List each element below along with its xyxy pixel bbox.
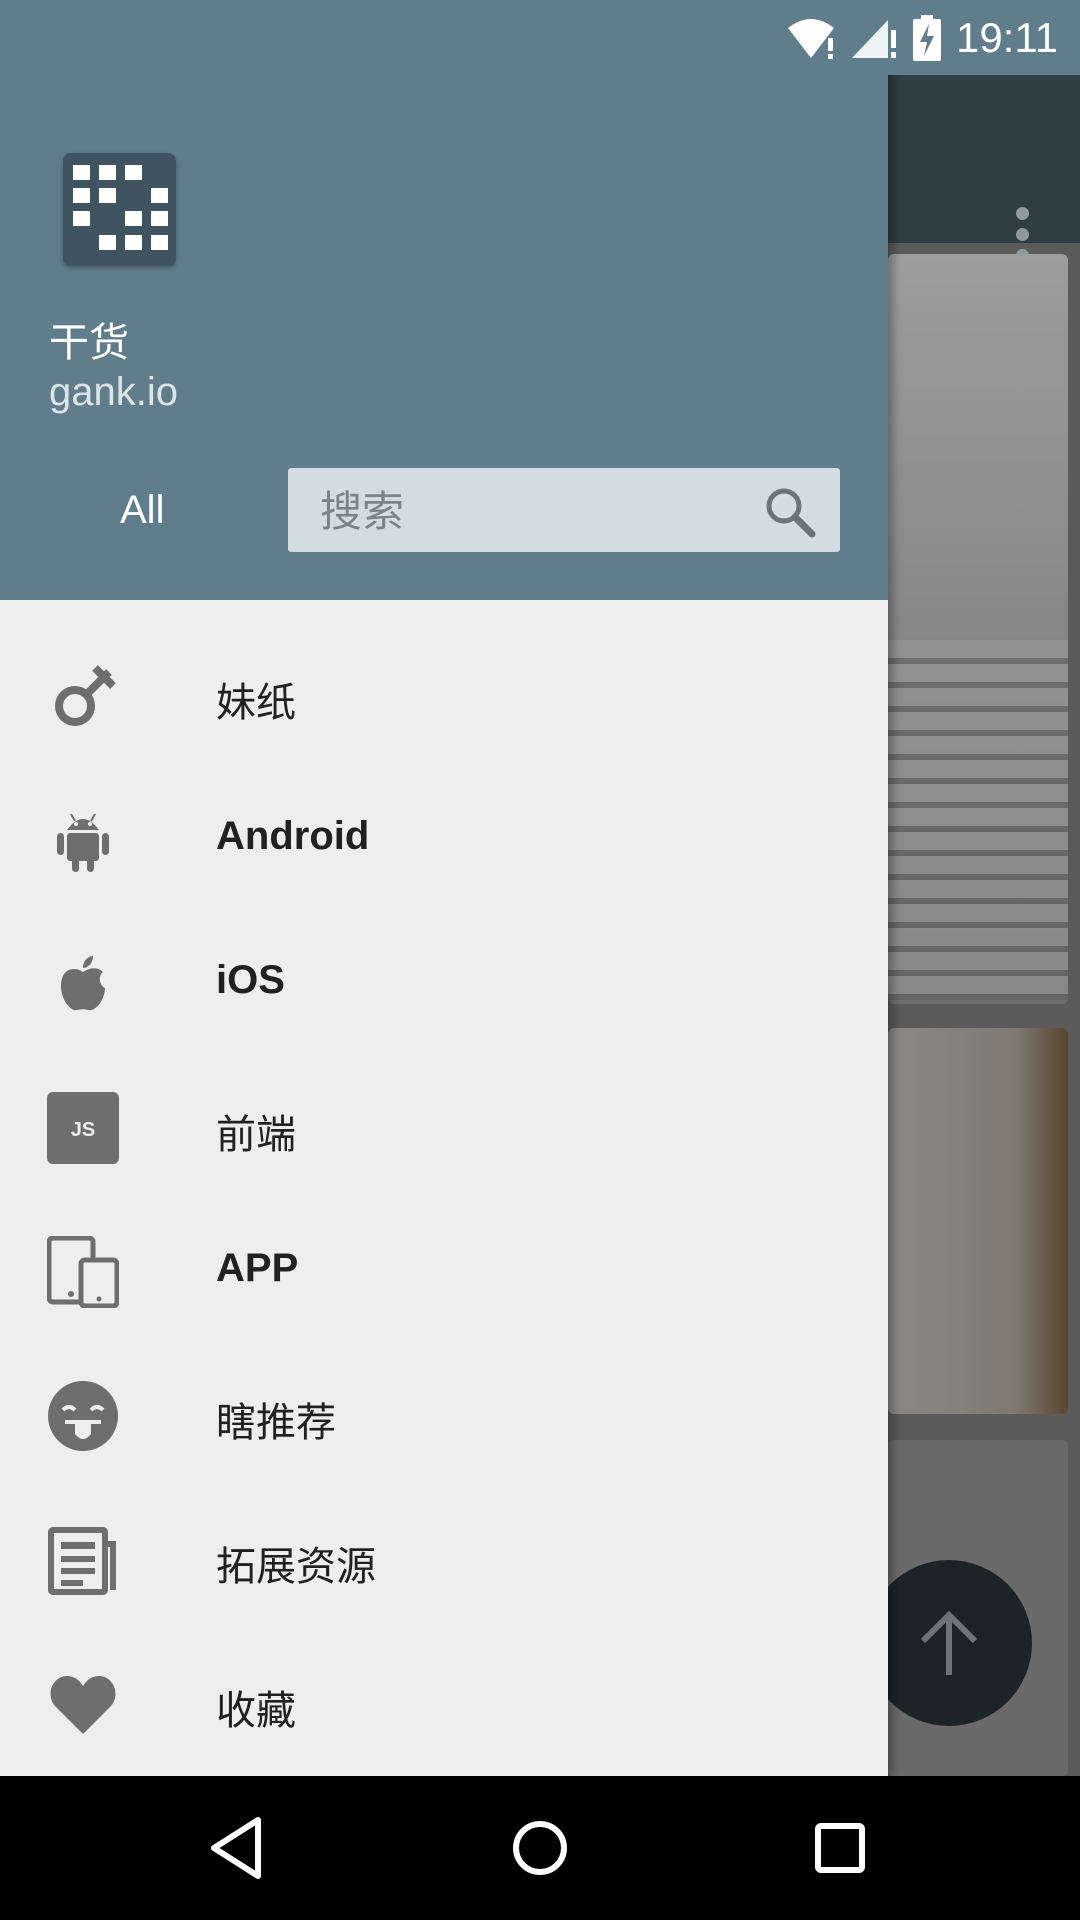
tongue-emoji-icon [47, 1380, 119, 1452]
menu-item-frontend[interactable]: JS 前端 [0, 1056, 888, 1200]
app-logo [63, 153, 176, 266]
status-bar: 19:11 [0, 0, 1080, 75]
menu-item-label: 妹纸 [216, 681, 296, 725]
menu-item-label: 收藏 [216, 1689, 296, 1733]
menu-item-label: 拓展资源 [216, 1545, 376, 1589]
devices-icon [47, 1236, 119, 1308]
recents-icon[interactable] [804, 1812, 876, 1884]
menu-item-app[interactable]: APP [0, 1200, 888, 1344]
drawer-menu: 妹纸 Android iOS JS 前端 APP 瞎推荐 拓展资源 收藏 [0, 624, 888, 1776]
menu-item-label: Android [216, 814, 370, 858]
menu-item-label: APP [216, 1246, 299, 1290]
menu-item-label: 瞎推荐 [216, 1401, 336, 1445]
menu-item-favorites[interactable]: 收藏 [0, 1632, 888, 1776]
filter-value: All [120, 487, 165, 532]
signal-alert-icon [852, 19, 896, 58]
menu-item-label: 前端 [216, 1113, 296, 1157]
drawer-header: 干货 gank.io All [0, 0, 888, 600]
menu-item-ios[interactable]: iOS [0, 912, 888, 1056]
android-icon [47, 804, 119, 876]
apple-icon [47, 948, 119, 1020]
home-icon[interactable] [504, 1812, 576, 1884]
svg-text:JS: JS [71, 1119, 95, 1141]
arrow-up-icon [920, 1610, 978, 1675]
search-icon[interactable] [762, 484, 818, 540]
grid-logo-icon [73, 165, 168, 250]
wifi-alert-icon [788, 18, 834, 59]
search-input[interactable] [318, 468, 752, 554]
status-time: 19:11 [956, 13, 1058, 61]
newspaper-icon [47, 1524, 119, 1596]
scroll-to-top-button[interactable] [866, 1560, 1032, 1726]
menu-item-resources[interactable]: 拓展资源 [0, 1488, 888, 1632]
photo-card-detail [888, 640, 1068, 1000]
javascript-icon: JS [47, 1092, 119, 1164]
heart-icon [47, 1668, 119, 1740]
navigation-drawer: 干货 gank.io All 妹纸 [0, 0, 888, 1776]
menu-item-recommend[interactable]: 瞎推荐 [0, 1344, 888, 1488]
battery-charging-icon [913, 14, 941, 61]
photo-card[interactable] [888, 1028, 1068, 1414]
menu-item-label: iOS [216, 958, 285, 1002]
back-icon[interactable] [204, 1812, 276, 1884]
category-filter-dropdown[interactable]: All [120, 480, 392, 540]
menu-item-android[interactable]: Android [0, 768, 888, 912]
app-title: 干货 [49, 320, 129, 366]
system-navigation-bar [0, 1776, 1080, 1920]
search-box[interactable] [288, 468, 840, 554]
app-subtitle: gank.io [49, 370, 178, 414]
female-gender-icon [47, 660, 119, 732]
menu-item-meizhi[interactable]: 妹纸 [0, 624, 888, 768]
